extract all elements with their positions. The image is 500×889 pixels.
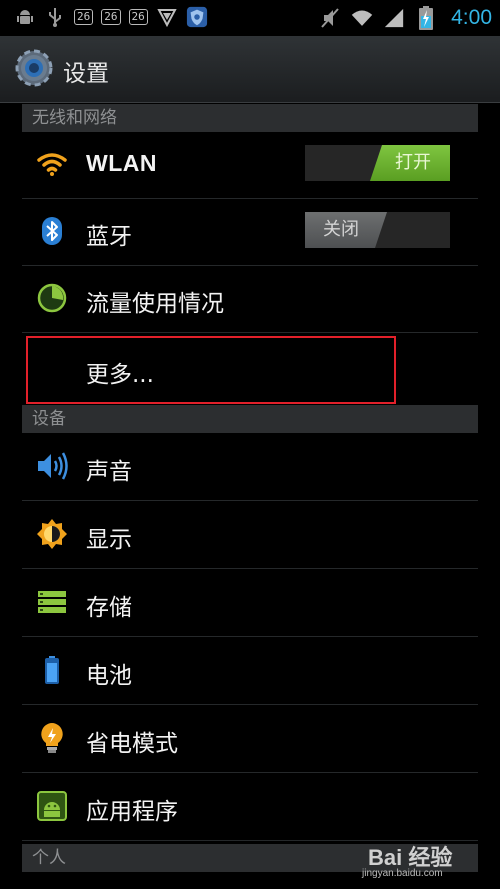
settings-item-sound[interactable]: 声音 [22, 434, 478, 501]
storage-label: 存储 [86, 595, 132, 621]
android-debug-icon [14, 6, 36, 28]
cell-signal-icon [383, 7, 405, 29]
action-bar: 设置 [0, 36, 500, 103]
battery-charging-icon [415, 6, 437, 30]
more-label: 更多... [86, 362, 154, 388]
sound-label: 声音 [86, 459, 132, 485]
notification-badge: 26 [128, 9, 148, 25]
settings-gear-icon[interactable] [12, 46, 56, 90]
status-bar: 26 26 26 4:00 [0, 0, 500, 36]
settings-item-apps[interactable]: 应用程序 [22, 774, 478, 841]
bluetooth-toggle[interactable]: 关闭 [305, 212, 450, 248]
battery-label: 电池 [86, 663, 132, 689]
settings-item-data-usage[interactable]: 流量使用情况 [22, 266, 478, 333]
notification-badge: 26 [101, 9, 121, 25]
wifi-signal-icon [351, 7, 373, 29]
notification-badge: 26 [74, 9, 94, 25]
baidu-watermark: Bai 经验 jingyan.baidu.com [360, 838, 490, 886]
settings-item-storage[interactable]: 存储 [22, 570, 478, 637]
bluetooth-icon [36, 215, 68, 247]
section-header-wireless: 无线和网络 [22, 104, 478, 132]
battery-icon [36, 654, 68, 686]
mute-icon [319, 7, 341, 29]
brightness-icon [36, 518, 68, 550]
wifi-icon [36, 148, 68, 180]
wlan-label: WLAN [86, 150, 157, 176]
wlan-toggle[interactable]: 打开 [305, 145, 450, 181]
security-app-icon [186, 6, 208, 28]
wlan-toggle-state: 打开 [370, 145, 450, 181]
section-header-device: 设备 [22, 405, 478, 433]
settings-item-battery[interactable]: 电池 [22, 638, 478, 705]
bluetooth-label: 蓝牙 [86, 224, 132, 250]
settings-item-bluetooth[interactable]: 蓝牙 关闭 [22, 199, 478, 266]
shield-icon [156, 6, 178, 28]
android-app-icon [36, 790, 68, 822]
bluetooth-toggle-state: 关闭 [305, 212, 387, 248]
clock: 4:00 [451, 6, 492, 29]
settings-item-more[interactable]: 更多... [22, 333, 478, 403]
settings-item-wlan[interactable]: WLAN 打开 [22, 132, 478, 199]
watermark-url: jingyan.baidu.com [362, 868, 443, 879]
page-title: 设置 [63, 61, 109, 87]
data-usage-icon [36, 282, 68, 314]
settings-item-display[interactable]: 显示 [22, 502, 478, 569]
apps-label: 应用程序 [86, 799, 178, 825]
settings-item-power-saving[interactable]: 省电模式 [22, 706, 478, 773]
display-label: 显示 [86, 527, 132, 553]
lightbulb-icon [36, 722, 68, 754]
data-usage-label: 流量使用情况 [86, 291, 224, 317]
usb-icon [44, 6, 66, 28]
power-saving-label: 省电模式 [86, 731, 178, 757]
speaker-icon [36, 450, 68, 482]
storage-icon [36, 586, 68, 618]
